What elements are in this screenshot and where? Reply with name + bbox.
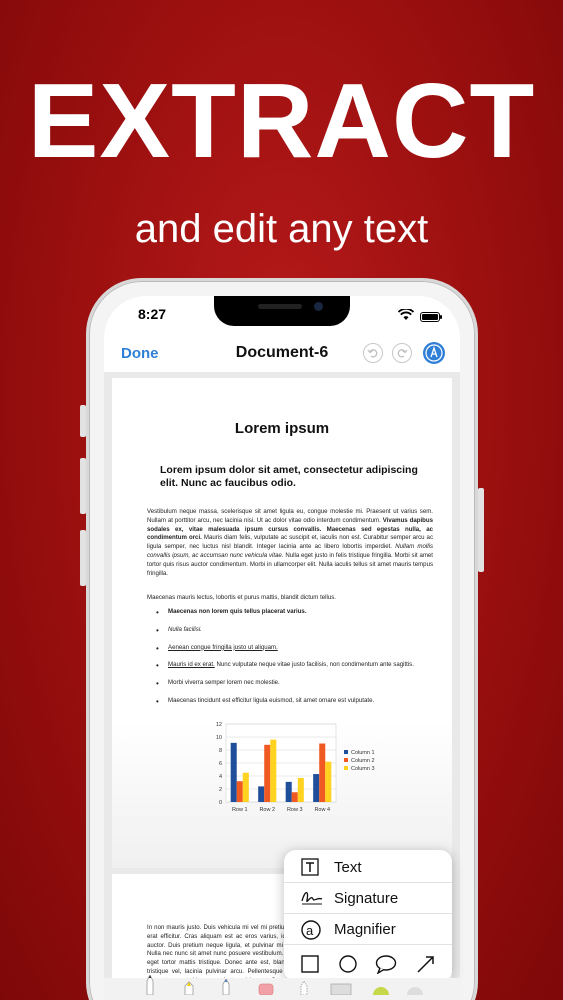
y-tick-label: 2 — [219, 787, 222, 793]
chart-bar — [285, 781, 292, 802]
magnifier-icon: a — [300, 919, 321, 940]
chart-bar — [270, 739, 277, 802]
text-box-icon — [300, 857, 320, 877]
list-item: Nulla facilisi. — [156, 625, 436, 636]
legend-swatch — [344, 766, 348, 770]
bar-chart: 0 2 4 6 8 10 12 Row 1 Row 2 Row 3 Row 4 Column 1 Col… — [216, 722, 375, 813]
menu-item-label: Signature — [334, 890, 399, 907]
phone-volume-up-button — [80, 458, 86, 514]
battery-icon — [420, 312, 442, 322]
speaker-grille — [258, 304, 302, 309]
undo-icon[interactable] — [363, 343, 383, 363]
page-heading: Lorem ipsum — [234, 420, 330, 437]
wifi-icon — [397, 308, 415, 326]
list-item: Maecenas tincidunt est efficitur ligula … — [156, 696, 436, 707]
phone-mute-button — [80, 405, 86, 437]
chart-bar — [291, 792, 298, 802]
list-item: Morbi viverra semper lorem nec molestie. — [156, 678, 436, 689]
chart-bar — [319, 743, 326, 802]
annotation-popover: Text Signature a Magnifier — [284, 850, 452, 982]
list-item: Maecenas non lorem quis tellus placerat … — [156, 607, 436, 618]
promo-headline: EXTRACT — [27, 62, 536, 180]
legend-label: Column 3 — [351, 766, 375, 772]
status-time: 8:27 — [138, 306, 167, 322]
markup-pen-icon[interactable] — [423, 342, 445, 364]
chart-bar — [258, 786, 265, 802]
x-tick-label: Row 1 — [232, 807, 248, 813]
list-item-text: Maecenas tincidunt est efficitur ligula … — [168, 697, 375, 705]
chart-bar — [297, 777, 304, 802]
menu-item-label: Text — [334, 859, 362, 876]
menu-item-signature[interactable]: Signature — [284, 883, 452, 914]
bullet-list: Maecenas non lorem quis tellus placerat … — [156, 607, 436, 715]
square-icon[interactable] — [300, 954, 320, 979]
color-picker-icon[interactable] — [372, 982, 390, 1000]
markup-toolbar — [104, 974, 460, 1000]
list-item-text: Maecenas non lorem quis tellus placerat … — [168, 608, 307, 615]
page-subheading: Lorem ipsum dolor sit amet, consectetur … — [160, 464, 418, 490]
y-tick-label: 0 — [219, 800, 222, 806]
lasso-tool-icon[interactable] — [300, 980, 308, 1000]
eraser-tool-icon[interactable] — [258, 982, 274, 1000]
phone-volume-down-button — [80, 530, 86, 586]
list-item: Aenean congue fringilla justo ut aliquam… — [156, 643, 436, 654]
list-item-text: Aenean congue fringilla justo ut aliquam… — [168, 643, 278, 651]
x-tick-label: Row 3 — [287, 807, 303, 813]
y-tick-label: 12 — [216, 722, 222, 728]
pencil-tool-icon[interactable] — [222, 978, 230, 1000]
list-item-text: Mauris id ex erat. — [168, 661, 215, 669]
list-item-text: Nulla facilisi. — [168, 625, 202, 633]
arrow-icon[interactable] — [416, 954, 436, 979]
promo-subline: and edit any text — [134, 207, 429, 251]
circle-icon[interactable] — [338, 954, 358, 979]
signature-icon — [300, 888, 323, 908]
menu-item-label: Magnifier — [334, 921, 396, 938]
y-tick-label: 8 — [219, 748, 222, 754]
legend-label: Column 1 — [351, 750, 375, 756]
list-item-text: Morbi viverra semper lorem nec molestie. — [168, 679, 280, 687]
more-tool-icon[interactable] — [406, 982, 424, 1000]
y-tick-label: 10 — [216, 735, 222, 741]
x-tick-label: Row 4 — [314, 807, 330, 813]
list-item-text: Nunc vulputate neque vitae justo facilis… — [214, 661, 414, 669]
ruler-tool-icon[interactable] — [330, 982, 352, 1000]
chart-bar — [313, 774, 320, 802]
phone-power-button — [478, 488, 484, 572]
legend-label: Column 2 — [351, 758, 375, 764]
menu-item-text[interactable]: Text — [284, 852, 452, 883]
svg-text:a: a — [306, 923, 314, 938]
status-icons — [397, 308, 442, 326]
page-paragraph-2: Maecenas mauris lectus, lobortis et puru… — [147, 594, 336, 601]
speech-bubble-icon[interactable] — [375, 954, 397, 979]
y-tick-label: 4 — [219, 774, 222, 780]
document-page-1: Lorem ipsum Lorem ipsum dolor sit amet, … — [112, 378, 452, 868]
y-tick-label: 6 — [219, 761, 222, 767]
page-paragraph: Vestibulum neque massa, scelerisque sit … — [147, 508, 433, 579]
legend-swatch — [344, 750, 348, 754]
chart-bar — [230, 742, 237, 802]
menu-item-magnifier[interactable]: a Magnifier — [284, 914, 452, 945]
phone-notch — [214, 296, 350, 326]
chart-bar — [242, 772, 249, 802]
chart-bar — [325, 761, 332, 802]
pen-tool-icon[interactable] — [146, 974, 154, 1000]
legend-swatch — [344, 758, 348, 762]
front-camera — [314, 302, 323, 311]
list-item: Mauris id ex erat. Nunc vulputate neque … — [156, 661, 436, 672]
x-tick-label: Row 2 — [259, 807, 275, 813]
chart-bar — [264, 744, 271, 802]
shape-tools — [284, 946, 452, 982]
highlighter-tool-icon[interactable] — [184, 981, 194, 1000]
redo-icon[interactable] — [392, 343, 412, 363]
chart-bar — [236, 781, 243, 802]
navigation-bar: Done Document-6 — [104, 336, 460, 372]
